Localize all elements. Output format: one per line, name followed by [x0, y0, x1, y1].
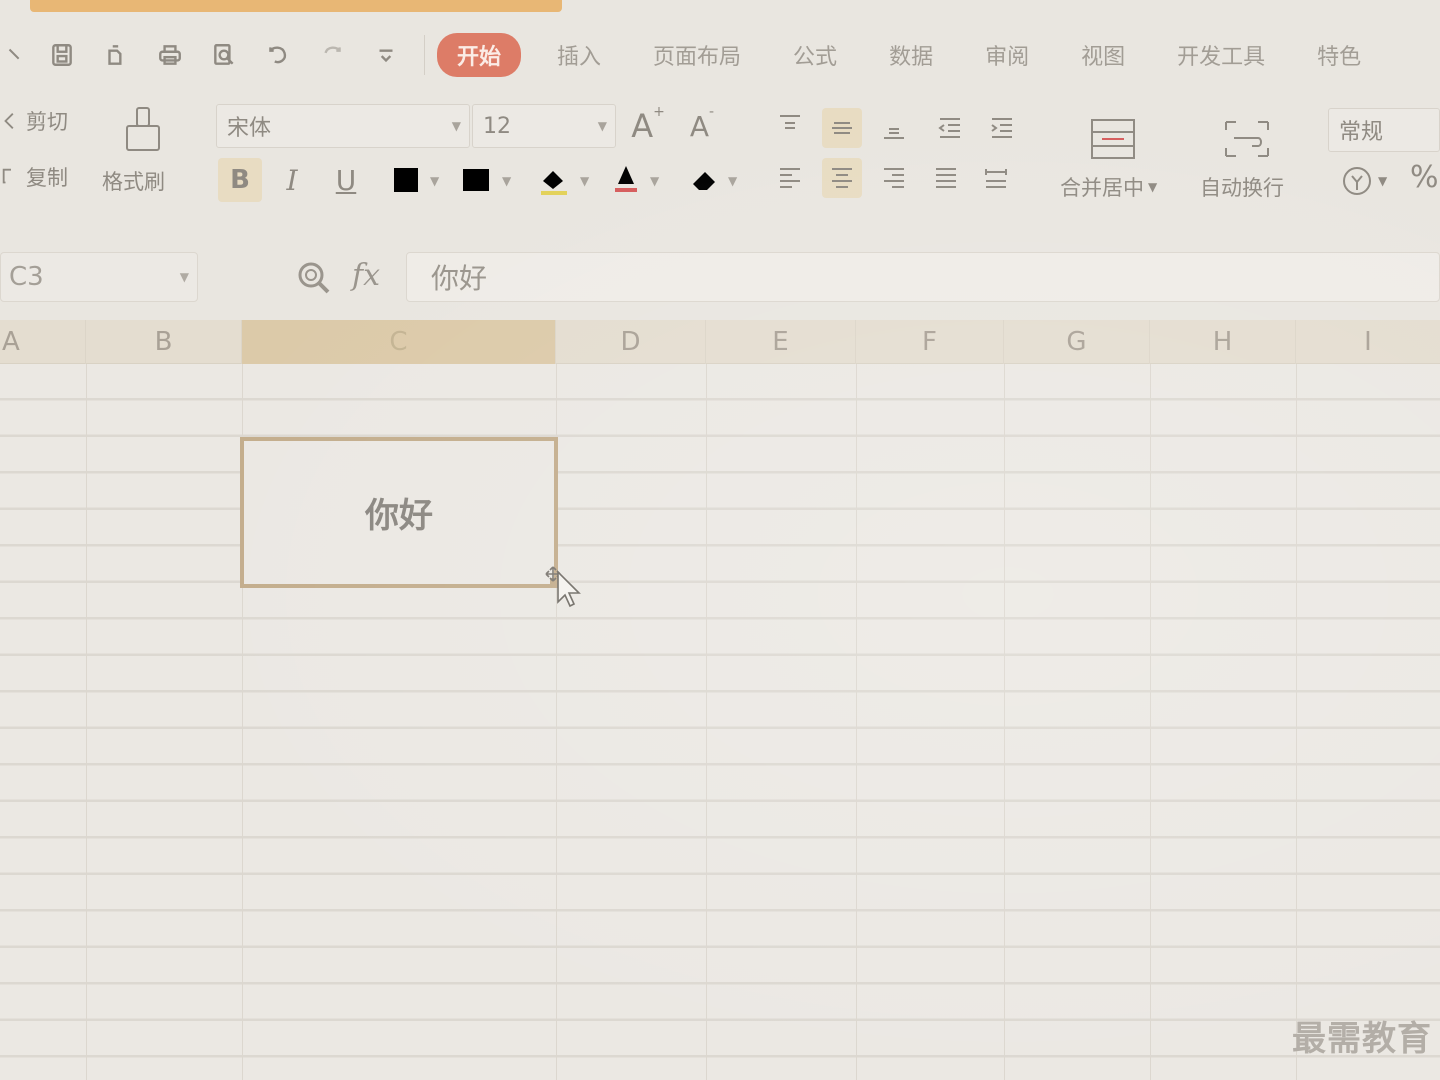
tab-page-layout[interactable]: 页面布局 [653, 39, 741, 71]
chevron-down-icon[interactable]: ▼ [728, 174, 737, 188]
percent-button[interactable]: % [1410, 160, 1439, 195]
increase-indent-icon[interactable] [982, 108, 1022, 148]
merge-center-icon[interactable] [1088, 116, 1138, 162]
column-header-h[interactable]: H [1150, 320, 1296, 364]
copy-button[interactable]: 复制 [0, 162, 68, 192]
chevron-down-icon: ▼ [597, 119, 607, 133]
save-icon[interactable] [44, 37, 80, 73]
align-top-icon[interactable] [770, 106, 810, 146]
font-color-icon[interactable] [604, 156, 648, 200]
column-header-c[interactable]: C [242, 320, 556, 364]
font-name-select[interactable]: 宋体 ▼ [216, 104, 470, 148]
close-icon[interactable] [4, 37, 26, 73]
copy-icon [2, 168, 11, 184]
formula-input[interactable]: 你好 [406, 252, 1440, 302]
chevron-down-icon: ▼ [1148, 180, 1158, 194]
zoom-icon[interactable] [296, 260, 332, 296]
quick-access-toolbar: 开始 插入 页面布局 公式 数据 审阅 视图 开发工具 特色 [0, 22, 1440, 88]
formula-bar: C3 ▼ fx 你好 [0, 252, 1440, 306]
undo-icon[interactable] [260, 37, 296, 73]
scissors-icon [4, 113, 14, 129]
column-gridline [706, 364, 707, 1080]
watermark-text: 最需教育 [1292, 1019, 1432, 1059]
align-right-icon[interactable] [874, 158, 914, 198]
ribbon-home: 剪切 复制 格式刷 宋体 ▼ 12 ▼ A + A- B I U ▼ ▼ ▼ ▼ … [0, 96, 1440, 228]
format-painter-button[interactable]: 格式刷 [102, 166, 165, 196]
chevron-down-icon: ▼ [179, 270, 189, 284]
align-left-icon[interactable] [770, 158, 810, 198]
merge-center-button[interactable]: 合并居中 ▼ [1060, 172, 1157, 202]
justify-icon[interactable] [926, 158, 966, 198]
wrap-text-button[interactable]: 自动换行 [1200, 172, 1284, 202]
distributed-align-icon[interactable] [976, 158, 1016, 198]
column-header-a[interactable]: A [0, 320, 86, 364]
copy-label: 复制 [26, 166, 68, 190]
chevron-down-icon: ▼ [1378, 174, 1388, 188]
print-icon[interactable] [152, 37, 188, 73]
column-header-i[interactable]: I [1296, 320, 1440, 364]
preview-icon[interactable] [206, 37, 242, 73]
tab-formulas[interactable]: 公式 [793, 39, 837, 71]
chevron-down-icon: ▼ [451, 119, 461, 133]
toolbar-separator [424, 35, 425, 75]
decrease-font-icon[interactable]: A- [680, 104, 724, 148]
column-header-d[interactable]: D [556, 320, 706, 364]
print-preview-icon[interactable] [98, 37, 134, 73]
tab-data[interactable]: 数据 [889, 39, 933, 71]
align-center-icon[interactable] [822, 158, 862, 198]
active-cell-c3[interactable]: 你好 [240, 437, 558, 588]
tab-view[interactable]: 视图 [1081, 39, 1125, 71]
tab-home[interactable]: 开始 [437, 33, 522, 77]
spreadsheet-grid[interactable] [0, 364, 1440, 1080]
chevron-down-icon[interactable]: ▼ [580, 174, 589, 188]
fx-icon[interactable]: fx [352, 258, 380, 293]
increase-font-icon[interactable]: A + [626, 104, 670, 148]
align-bottom-icon[interactable] [874, 108, 914, 148]
column-header-f[interactable]: F [856, 320, 1004, 364]
cell-style-icon[interactable] [454, 158, 498, 202]
chevron-down-icon[interactable]: ▼ [430, 174, 439, 188]
chevron-down-icon[interactable]: ▼ [502, 174, 511, 188]
name-box[interactable]: C3 ▼ [0, 252, 198, 302]
formula-content: 你好 [431, 262, 488, 295]
column-header-b[interactable]: B [86, 320, 242, 364]
currency-icon[interactable]: ▼ [1340, 164, 1387, 198]
move-cursor-icon [545, 566, 581, 608]
name-box-value: C3 [9, 262, 44, 292]
cut-label: 剪切 [26, 110, 68, 134]
font-size-value: 12 [483, 113, 511, 139]
cut-button[interactable]: 剪切 [0, 106, 68, 136]
italic-button[interactable]: I [270, 158, 314, 202]
bold-button[interactable]: B [218, 158, 262, 202]
underline-button[interactable]: U [324, 158, 368, 202]
format-painter-icon[interactable] [118, 104, 168, 154]
column-header-e[interactable]: E [706, 320, 856, 364]
font-name-value: 宋体 [227, 116, 272, 141]
number-format-select[interactable]: 常规 [1328, 108, 1440, 152]
tab-special[interactable]: 特色 [1317, 39, 1361, 71]
chevron-down-icon[interactable]: ▼ [650, 174, 659, 188]
font-size-select[interactable]: 12 ▼ [472, 104, 616, 148]
column-gridline [1296, 364, 1297, 1080]
border-icon[interactable] [384, 158, 428, 202]
window-top-strip [30, 0, 562, 12]
clear-format-icon[interactable] [682, 158, 726, 202]
decrease-indent-icon[interactable] [930, 108, 970, 148]
tab-review[interactable]: 审阅 [985, 39, 1029, 71]
column-header-g[interactable]: G [1004, 320, 1150, 364]
column-gridline [1150, 364, 1151, 1080]
column-gridline [856, 364, 857, 1080]
wrap-text-icon[interactable] [1220, 116, 1274, 162]
cell-value: 你好 [365, 496, 433, 536]
column-header-row: A B C D E F G H I [0, 320, 1440, 364]
tab-insert[interactable]: 插入 [557, 39, 601, 71]
column-gridline [1004, 364, 1005, 1080]
fill-color-icon[interactable] [532, 158, 576, 202]
tab-developer[interactable]: 开发工具 [1177, 39, 1265, 71]
align-middle-icon[interactable] [822, 108, 862, 148]
customize-icon[interactable] [368, 37, 404, 73]
redo-icon[interactable] [314, 37, 350, 73]
column-gridline [86, 364, 87, 1080]
